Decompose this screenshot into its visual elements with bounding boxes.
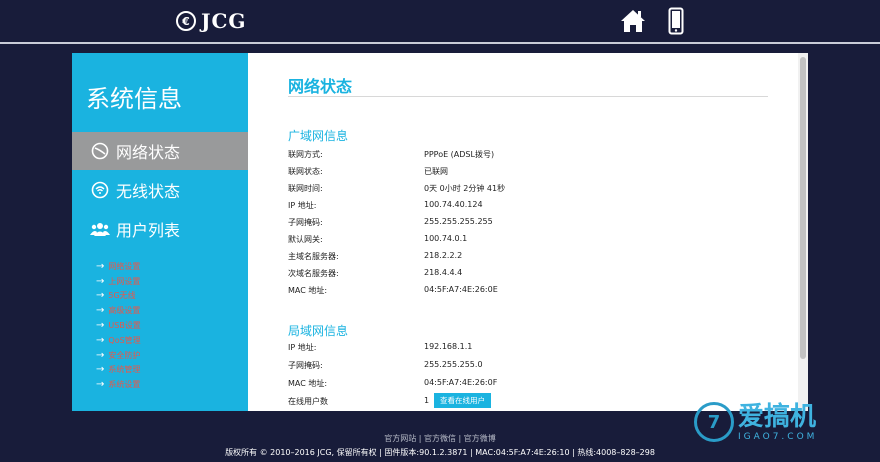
title-divider: [288, 96, 768, 97]
sidebar-item-label: 无线状态: [116, 182, 181, 201]
users-icon: [90, 219, 110, 239]
info-row: IP 地址: 192.168.1.1: [288, 339, 688, 355]
arrow-right-icon: →: [96, 364, 105, 376]
info-row: 主域名服务器: 218.2.2.2: [288, 248, 688, 264]
lan-section-title: 局域网信息: [288, 324, 349, 338]
footer-separator: |: [418, 434, 422, 443]
info-value: 04:5F:A7:4E:26:0E: [424, 285, 498, 294]
home-icon: [621, 10, 645, 32]
arrow-right-icon: →: [96, 334, 105, 346]
wifi-icon: [90, 180, 110, 200]
page-title: 网络状态: [288, 77, 353, 96]
sidebar-sublinks: → 网络设置 → 上网设置 → 5G无线 → 高级设置 → USB设置 → QoS管理 → 安…: [96, 259, 141, 392]
info-row: 联网状态: 已联网: [288, 163, 688, 179]
arrow-right-icon: →: [96, 379, 105, 391]
info-key: IP 地址:: [288, 201, 317, 210]
info-key: 联网方式:: [288, 150, 323, 159]
sidebar-title: 系统信息: [86, 85, 182, 113]
info-row: 次域名服务器: 218.4.4.4: [288, 265, 688, 281]
watermark-mark-icon: 7: [694, 402, 734, 442]
sidebar-item-label: 网络状态: [116, 143, 181, 162]
watermark-name: 爱搞机: [738, 402, 817, 432]
info-row: MAC 地址: 04:5F:A7:4E:26:0F: [288, 375, 688, 391]
sidebar-sublink[interactable]: → 系统管理: [96, 363, 141, 378]
info-key: 在线用户数: [288, 397, 328, 406]
sidebar-sublink[interactable]: → 网络设置: [96, 259, 141, 274]
online-user-count: 1: [424, 396, 430, 405]
sidebar: 系统信息 网络状态 无线状态 用户列表 → 网络设置 → 上网设置 → 5G无线 → 高…: [72, 53, 248, 411]
info-value: 100.74.0.1: [424, 234, 468, 243]
info-value: 04:5F:A7:4E:26:0F: [424, 378, 498, 387]
sidebar-item-wireless-status[interactable]: 无线状态: [72, 171, 248, 209]
footer-link-website[interactable]: 官方网站: [384, 434, 416, 443]
phone-icon: [668, 7, 684, 35]
view-online-users-button[interactable]: 查看在线用户: [434, 393, 491, 408]
info-key: 联网时间:: [288, 184, 323, 193]
top-bar: [0, 0, 880, 42]
top-bar-divider: [0, 42, 880, 44]
logo-mark-icon: €: [176, 11, 196, 31]
info-value: 218.4.4.4: [424, 268, 463, 277]
info-value: PPPoE (ADSL拨号): [424, 150, 495, 159]
arrow-right-icon: →: [96, 349, 105, 361]
brand-name: JCG: [201, 9, 247, 33]
info-value: 192.168.1.1: [424, 342, 473, 351]
watermark-domain: IGAO7.COM: [738, 432, 818, 442]
info-value: 255.255.255.255: [424, 217, 493, 226]
info-row: 子网掩码: 255.255.255.0: [288, 357, 688, 373]
info-key: IP 地址:: [288, 343, 317, 352]
info-key: MAC 地址:: [288, 286, 328, 295]
home-button[interactable]: [620, 8, 646, 34]
arrow-right-icon: →: [96, 305, 105, 317]
info-key: 主域名服务器:: [288, 252, 339, 261]
info-value: 255.255.255.0: [424, 360, 483, 369]
info-key: 联网状态:: [288, 167, 323, 176]
sidebar-sublink[interactable]: → 5G无线: [96, 289, 141, 304]
info-value: 0天 0小时 2分钟 41秒: [424, 184, 506, 193]
main-panel: 系统信息 网络状态 无线状态 用户列表 → 网络设置 → 上网设置 → 5G无线 → 高…: [72, 53, 808, 411]
sidebar-sublink[interactable]: → USB设置: [96, 318, 141, 333]
arrow-right-icon: →: [96, 320, 105, 332]
footer-link-weibo[interactable]: 官方微博: [464, 434, 496, 443]
footer-link-wechat[interactable]: 官方微信: [424, 434, 456, 443]
arrow-right-icon: →: [96, 260, 105, 272]
info-value: 218.2.2.2: [424, 251, 463, 260]
sidebar-sublink[interactable]: → QoS管理: [96, 333, 141, 348]
info-row: 联网时间: 0天 0小时 2分钟 41秒: [288, 180, 688, 196]
sidebar-sublink[interactable]: → 安全防护: [96, 348, 141, 363]
info-row: IP 地址: 100.74.40.124: [288, 197, 688, 213]
footer-copyright: 版权所有 © 2010–2016 JCG, 保留所有权 | 固件版本:90.1.…: [225, 448, 655, 457]
sidebar-sublink[interactable]: → 系统设置: [96, 377, 141, 392]
sidebar-item-network-status[interactable]: 网络状态: [72, 132, 248, 170]
sidebar-item-label: 用户列表: [116, 221, 181, 240]
arrow-right-icon: →: [96, 275, 105, 287]
info-key: MAC 地址:: [288, 379, 328, 388]
info-row: 在线用户数 1 查看在线用户: [288, 393, 688, 409]
info-key: 子网掩码:: [288, 218, 323, 227]
watermark-logo: 7 爱搞机 IGAO7.COM: [694, 402, 817, 442]
wan-section-title: 广域网信息: [288, 129, 349, 143]
mobile-view-button[interactable]: [668, 7, 684, 35]
info-row: 子网掩码: 255.255.255.255: [288, 214, 688, 230]
content-scrollbar[interactable]: [798, 53, 808, 411]
brand-logo[interactable]: € JCG: [176, 9, 246, 33]
content-area: 网络状态 广域网信息 联网方式: PPPoE (ADSL拨号) 联网状态: 已联网 …: [248, 53, 798, 411]
info-value: 已联网: [424, 167, 448, 176]
footer-separator: |: [458, 434, 462, 443]
info-key: 默认网关:: [288, 235, 323, 244]
info-row: MAC 地址: 04:5F:A7:4E:26:0E: [288, 282, 688, 298]
info-row: 默认网关: 100.74.0.1: [288, 231, 688, 247]
network-status-icon: [90, 141, 110, 161]
sidebar-item-user-list[interactable]: 用户列表: [72, 210, 248, 248]
sidebar-sublink[interactable]: → 上网设置: [96, 274, 141, 289]
info-key: 子网掩码:: [288, 361, 323, 370]
scrollbar-thumb[interactable]: [800, 57, 806, 359]
info-value: 100.74.40.124: [424, 200, 483, 209]
info-key: 次域名服务器:: [288, 269, 339, 278]
arrow-right-icon: →: [96, 290, 105, 302]
info-row: 联网方式: PPPoE (ADSL拨号): [288, 146, 688, 162]
sidebar-sublink[interactable]: → 高级设置: [96, 303, 141, 318]
